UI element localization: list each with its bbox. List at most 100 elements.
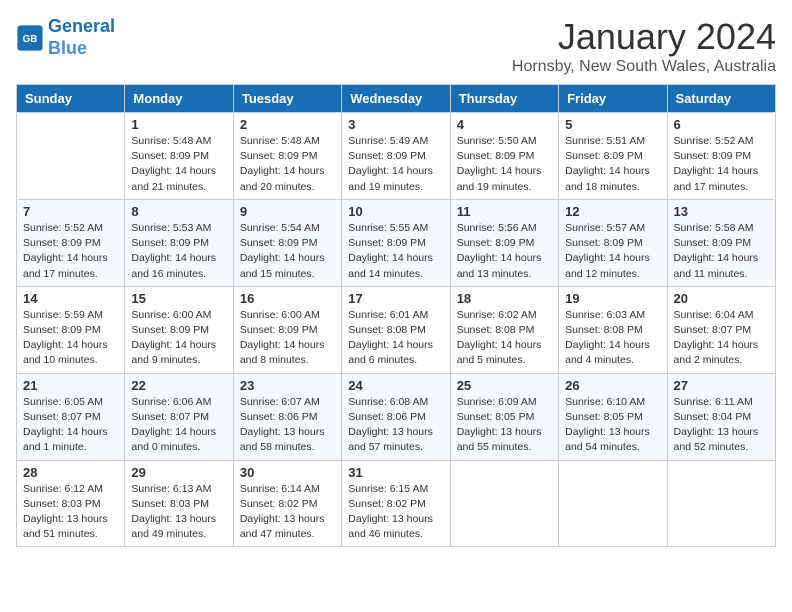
day-number: 2 bbox=[240, 117, 335, 132]
day-number: 18 bbox=[457, 291, 552, 306]
day-info: Sunrise: 6:04 AMSunset: 8:07 PMDaylight:… bbox=[674, 308, 769, 369]
day-number: 13 bbox=[674, 204, 769, 219]
day-number: 24 bbox=[348, 378, 443, 393]
day-number: 12 bbox=[565, 204, 660, 219]
calendar-cell: 19 Sunrise: 6:03 AMSunset: 8:08 PMDayligh… bbox=[559, 286, 667, 373]
title-block: January 2024 Hornsby, New South Wales, A… bbox=[512, 16, 776, 76]
day-number: 9 bbox=[240, 204, 335, 219]
weekday-header-monday: Monday bbox=[125, 85, 233, 113]
day-info: Sunrise: 5:54 AMSunset: 8:09 PMDaylight:… bbox=[240, 221, 335, 282]
day-info: Sunrise: 5:53 AMSunset: 8:09 PMDaylight:… bbox=[131, 221, 226, 282]
calendar-cell: 18 Sunrise: 6:02 AMSunset: 8:08 PMDayligh… bbox=[450, 286, 558, 373]
day-info: Sunrise: 5:49 AMSunset: 8:09 PMDaylight:… bbox=[348, 134, 443, 195]
logo: GB GeneralBlue bbox=[16, 16, 115, 59]
calendar-table: SundayMondayTuesdayWednesdayThursdayFrid… bbox=[16, 84, 776, 547]
day-number: 17 bbox=[348, 291, 443, 306]
calendar-cell: 7Sunrise: 5:52 AMSunset: 8:09 PMDaylight… bbox=[17, 199, 125, 286]
day-info: Sunrise: 6:07 AMSunset: 8:06 PMDaylight:… bbox=[240, 395, 335, 456]
calendar-cell: 3 Sunrise: 5:49 AMSunset: 8:09 PMDaylight… bbox=[342, 113, 450, 200]
calendar-cell: 26 Sunrise: 6:10 AMSunset: 8:05 PMDayligh… bbox=[559, 373, 667, 460]
day-number: 1 bbox=[131, 117, 226, 132]
day-info: Sunrise: 5:59 AMSunset: 8:09 PMDaylight:… bbox=[23, 308, 118, 369]
day-info: Sunrise: 6:03 AMSunset: 8:08 PMDaylight:… bbox=[565, 308, 660, 369]
day-number: 3 bbox=[348, 117, 443, 132]
calendar-week-row: 7Sunrise: 5:52 AMSunset: 8:09 PMDaylight… bbox=[17, 199, 776, 286]
calendar-cell: 9 Sunrise: 5:54 AMSunset: 8:09 PMDaylight… bbox=[233, 199, 341, 286]
day-number: 29 bbox=[131, 465, 226, 480]
day-number: 6 bbox=[674, 117, 769, 132]
calendar-cell: 25Sunrise: 6:09 AMSunset: 8:05 PMDayligh… bbox=[450, 373, 558, 460]
svg-text:GB: GB bbox=[23, 34, 38, 45]
day-number: 5 bbox=[565, 117, 660, 132]
day-info: Sunrise: 6:02 AMSunset: 8:08 PMDaylight:… bbox=[457, 308, 552, 369]
calendar-cell: 2 Sunrise: 5:48 AMSunset: 8:09 PMDaylight… bbox=[233, 113, 341, 200]
calendar-cell: 14 Sunrise: 5:59 AMSunset: 8:09 PMDayligh… bbox=[17, 286, 125, 373]
logo-text: GeneralBlue bbox=[48, 16, 115, 59]
calendar-cell: 17 Sunrise: 6:01 AMSunset: 8:08 PMDayligh… bbox=[342, 286, 450, 373]
calendar-cell: 31 Sunrise: 6:15 AMSunset: 8:02 PMDayligh… bbox=[342, 460, 450, 547]
day-number: 8 bbox=[131, 204, 226, 219]
day-number: 7 bbox=[23, 204, 118, 219]
day-number: 16 bbox=[240, 291, 335, 306]
calendar-week-row: 14 Sunrise: 5:59 AMSunset: 8:09 PMDayligh… bbox=[17, 286, 776, 373]
calendar-cell: 10Sunrise: 5:55 AMSunset: 8:09 PMDayligh… bbox=[342, 199, 450, 286]
calendar-cell: 24 Sunrise: 6:08 AMSunset: 8:06 PMDayligh… bbox=[342, 373, 450, 460]
day-info: Sunrise: 6:00 AMSunset: 8:09 PMDaylight:… bbox=[240, 308, 335, 369]
day-number: 26 bbox=[565, 378, 660, 393]
day-info: Sunrise: 5:51 AMSunset: 8:09 PMDaylight:… bbox=[565, 134, 660, 195]
calendar-cell: 29 Sunrise: 6:13 AMSunset: 8:03 PMDayligh… bbox=[125, 460, 233, 547]
day-number: 20 bbox=[674, 291, 769, 306]
calendar-title: January 2024 bbox=[512, 16, 776, 58]
calendar-cell: 5 Sunrise: 5:51 AMSunset: 8:09 PMDaylight… bbox=[559, 113, 667, 200]
weekday-header-tuesday: Tuesday bbox=[233, 85, 341, 113]
day-info: Sunrise: 6:13 AMSunset: 8:03 PMDaylight:… bbox=[131, 482, 226, 543]
day-info: Sunrise: 6:10 AMSunset: 8:05 PMDaylight:… bbox=[565, 395, 660, 456]
day-info: Sunrise: 6:05 AMSunset: 8:07 PMDaylight:… bbox=[23, 395, 118, 456]
calendar-week-row: 1 Sunrise: 5:48 AMSunset: 8:09 PMDaylight… bbox=[17, 113, 776, 200]
calendar-cell: 4Sunrise: 5:50 AMSunset: 8:09 PMDaylight… bbox=[450, 113, 558, 200]
day-info: Sunrise: 6:15 AMSunset: 8:02 PMDaylight:… bbox=[348, 482, 443, 543]
calendar-cell: 27Sunrise: 6:11 AMSunset: 8:04 PMDayligh… bbox=[667, 373, 775, 460]
day-number: 14 bbox=[23, 291, 118, 306]
page-header: GB GeneralBlue January 2024 Hornsby, New… bbox=[16, 16, 776, 76]
calendar-cell: 6Sunrise: 5:52 AMSunset: 8:09 PMDaylight… bbox=[667, 113, 775, 200]
calendar-subtitle: Hornsby, New South Wales, Australia bbox=[512, 58, 776, 76]
day-info: Sunrise: 6:01 AMSunset: 8:08 PMDaylight:… bbox=[348, 308, 443, 369]
day-info: Sunrise: 5:50 AMSunset: 8:09 PMDaylight:… bbox=[457, 134, 552, 195]
calendar-cell: 15 Sunrise: 6:00 AMSunset: 8:09 PMDayligh… bbox=[125, 286, 233, 373]
weekday-header-wednesday: Wednesday bbox=[342, 85, 450, 113]
day-number: 28 bbox=[23, 465, 118, 480]
weekday-header-row: SundayMondayTuesdayWednesdayThursdayFrid… bbox=[17, 85, 776, 113]
calendar-week-row: 28Sunrise: 6:12 AMSunset: 8:03 PMDayligh… bbox=[17, 460, 776, 547]
calendar-cell: 13 Sunrise: 5:58 AMSunset: 8:09 PMDayligh… bbox=[667, 199, 775, 286]
day-number: 30 bbox=[240, 465, 335, 480]
calendar-cell: 28Sunrise: 6:12 AMSunset: 8:03 PMDayligh… bbox=[17, 460, 125, 547]
weekday-header-friday: Friday bbox=[559, 85, 667, 113]
day-number: 15 bbox=[131, 291, 226, 306]
calendar-cell: 22Sunrise: 6:06 AMSunset: 8:07 PMDayligh… bbox=[125, 373, 233, 460]
logo-icon: GB bbox=[16, 24, 44, 52]
calendar-cell: 16 Sunrise: 6:00 AMSunset: 8:09 PMDayligh… bbox=[233, 286, 341, 373]
day-info: Sunrise: 5:58 AMSunset: 8:09 PMDaylight:… bbox=[674, 221, 769, 282]
weekday-header-sunday: Sunday bbox=[17, 85, 125, 113]
day-number: 31 bbox=[348, 465, 443, 480]
calendar-cell: 30 Sunrise: 6:14 AMSunset: 8:02 PMDayligh… bbox=[233, 460, 341, 547]
calendar-cell: 20 Sunrise: 6:04 AMSunset: 8:07 PMDayligh… bbox=[667, 286, 775, 373]
calendar-cell: 23Sunrise: 6:07 AMSunset: 8:06 PMDayligh… bbox=[233, 373, 341, 460]
day-number: 21 bbox=[23, 378, 118, 393]
calendar-cell bbox=[450, 460, 558, 547]
day-info: Sunrise: 6:09 AMSunset: 8:05 PMDaylight:… bbox=[457, 395, 552, 456]
day-info: Sunrise: 6:06 AMSunset: 8:07 PMDaylight:… bbox=[131, 395, 226, 456]
day-info: Sunrise: 6:14 AMSunset: 8:02 PMDaylight:… bbox=[240, 482, 335, 543]
day-info: Sunrise: 5:55 AMSunset: 8:09 PMDaylight:… bbox=[348, 221, 443, 282]
day-info: Sunrise: 5:48 AMSunset: 8:09 PMDaylight:… bbox=[131, 134, 226, 195]
day-number: 27 bbox=[674, 378, 769, 393]
day-info: Sunrise: 5:57 AMSunset: 8:09 PMDaylight:… bbox=[565, 221, 660, 282]
day-number: 19 bbox=[565, 291, 660, 306]
calendar-cell bbox=[559, 460, 667, 547]
day-number: 11 bbox=[457, 204, 552, 219]
day-info: Sunrise: 6:00 AMSunset: 8:09 PMDaylight:… bbox=[131, 308, 226, 369]
calendar-cell: 21 Sunrise: 6:05 AMSunset: 8:07 PMDayligh… bbox=[17, 373, 125, 460]
day-info: Sunrise: 5:48 AMSunset: 8:09 PMDaylight:… bbox=[240, 134, 335, 195]
day-info: Sunrise: 6:08 AMSunset: 8:06 PMDaylight:… bbox=[348, 395, 443, 456]
